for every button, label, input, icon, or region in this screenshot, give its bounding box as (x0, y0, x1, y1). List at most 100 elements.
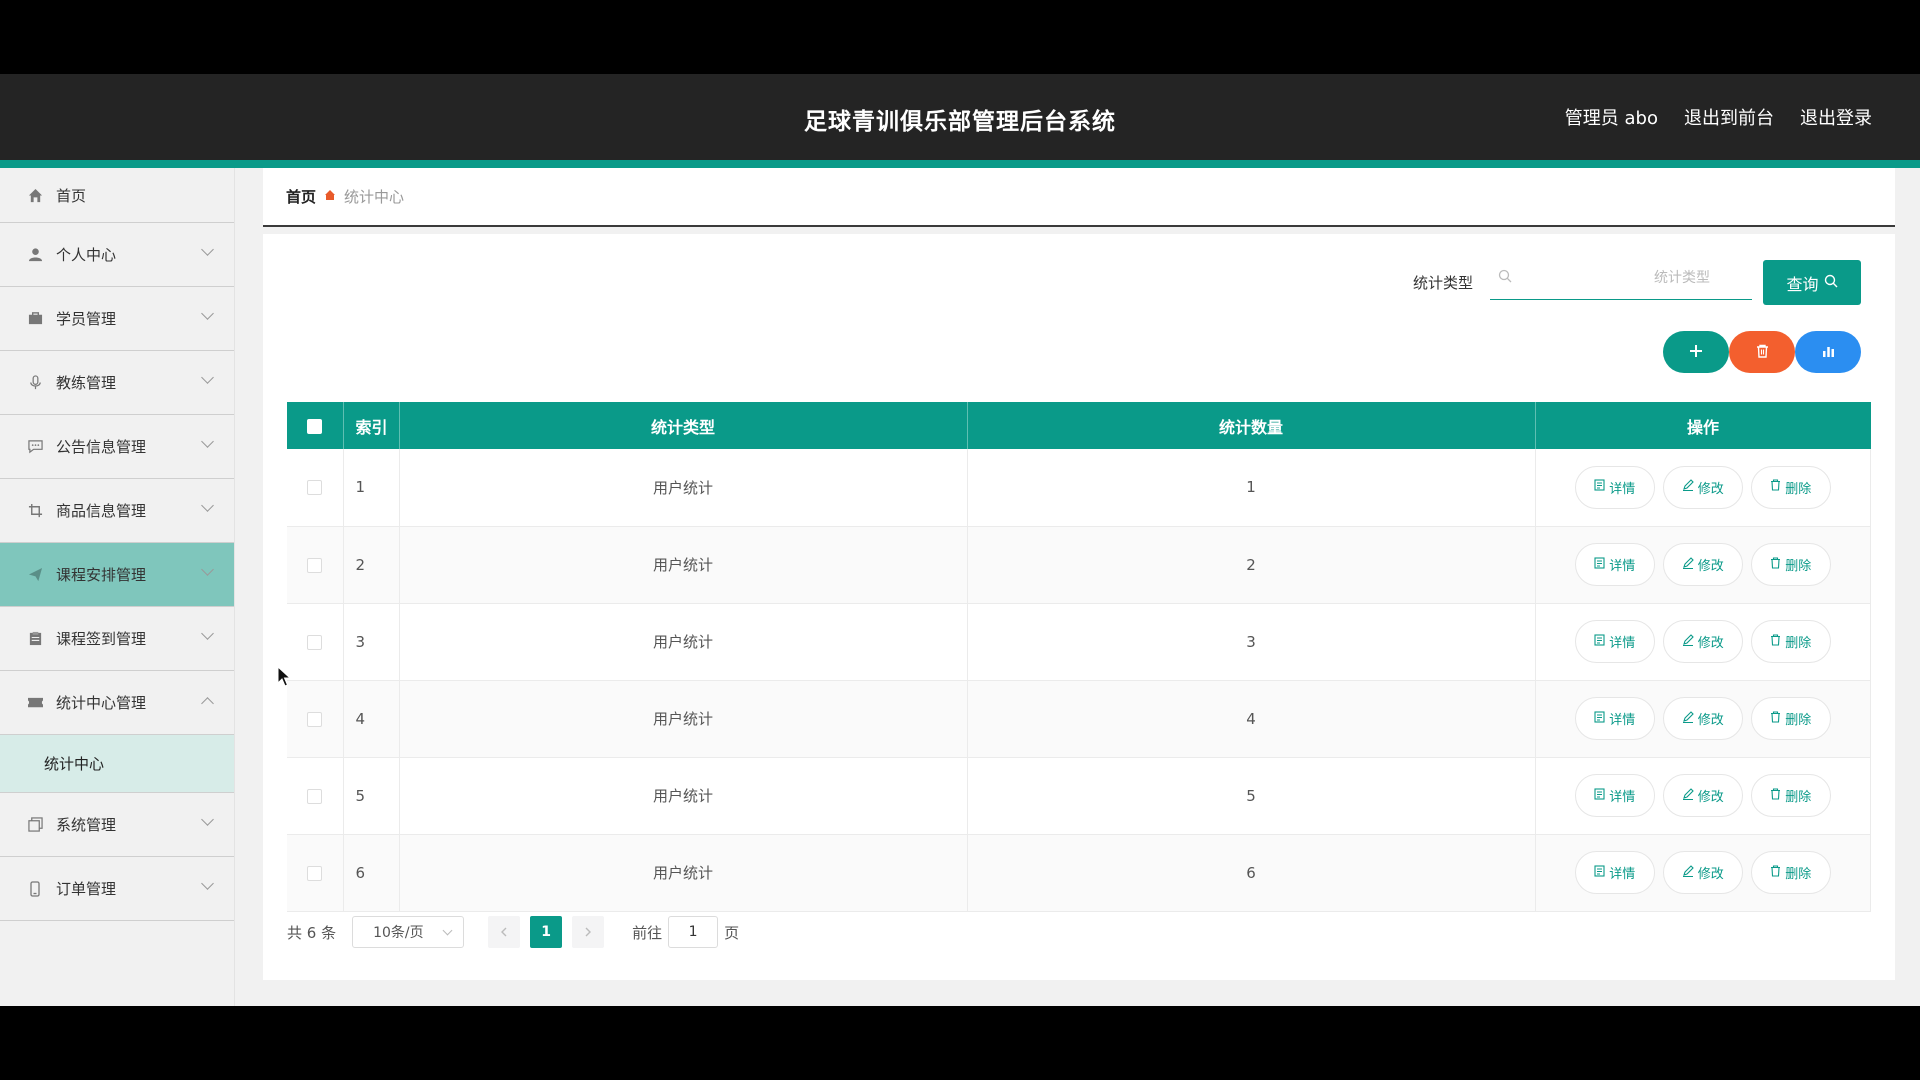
cell-index: 5 (343, 757, 400, 835)
sidebar-subitem-statistics-center[interactable]: 统计中心 (0, 735, 234, 793)
detail-button-label: 详情 (1609, 559, 1636, 574)
table-row: 6 用户统计 6 详情 修改 删除 (287, 834, 1871, 912)
batch-delete-button[interactable] (1729, 331, 1795, 373)
edit-button[interactable]: 修改 (1662, 774, 1743, 817)
row-checkbox[interactable] (307, 711, 323, 727)
exit-to-front-link[interactable]: 退出到前台 (1684, 104, 1774, 130)
sidebar-item-label: 订单管理 (56, 880, 117, 898)
app-body: 首页 个人中心 学员管理 教练管理 公告信息管理 商品信息管理 课程安排管理 课… (0, 168, 1920, 1006)
detail-button[interactable]: 详情 (1574, 697, 1655, 740)
search-input[interactable] (1520, 257, 1740, 298)
next-page-button[interactable] (572, 916, 605, 948)
add-button[interactable] (1663, 331, 1729, 373)
sidebar-item-label: 学员管理 (56, 310, 117, 328)
cell-count: 2 (967, 526, 1536, 604)
detail-button[interactable]: 详情 (1574, 465, 1655, 509)
sidebar-item-orders[interactable]: 订单管理 (0, 857, 234, 921)
sidebar-item-coach[interactable]: 教练管理 (0, 351, 234, 415)
search-icon (1498, 269, 1520, 287)
detail-button[interactable]: 详情 (1574, 851, 1655, 894)
chevron-down-icon (201, 563, 214, 576)
goto-page-input[interactable] (668, 916, 719, 948)
search-label: 统计类型 (1413, 274, 1474, 292)
breadcrumb-home[interactable]: 首页 (286, 186, 316, 207)
edit-button[interactable]: 修改 (1662, 620, 1743, 663)
row-checkbox-cell (287, 603, 344, 681)
detail-button[interactable]: 详情 (1574, 620, 1655, 663)
chevron-down-icon (201, 243, 214, 256)
cell-count: 1 (967, 449, 1536, 527)
row-checkbox[interactable] (307, 788, 323, 804)
detail-button[interactable]: 详情 (1574, 774, 1655, 817)
sidebar-item-label: 商品信息管理 (56, 502, 147, 520)
cell-index: 4 (343, 680, 400, 758)
detail-button[interactable]: 详情 (1574, 543, 1655, 586)
select-all-checkbox[interactable] (307, 419, 323, 434)
app-header: 足球青训俱乐部管理后台系统 管理员 abo 退出到前台 退出登录 (0, 74, 1920, 160)
table-row: 4 用户统计 4 详情 修改 删除 (287, 680, 1871, 758)
table-row: 5 用户统计 5 详情 修改 删除 (287, 757, 1871, 835)
row-checkbox-cell (287, 834, 344, 912)
cell-actions: 详情 修改 删除 (1535, 449, 1871, 527)
chart-button[interactable] (1795, 331, 1861, 373)
briefcase-icon (26, 310, 44, 328)
row-checkbox[interactable] (307, 865, 323, 881)
sidebar-item-course-checkin[interactable]: 课程签到管理 (0, 607, 234, 671)
edit-button[interactable]: 修改 (1662, 851, 1743, 894)
delete-button[interactable]: 删除 (1750, 543, 1831, 586)
prev-page-button[interactable] (488, 916, 521, 948)
delete-button[interactable]: 删除 (1750, 697, 1831, 740)
sidebar-item-home[interactable]: 首页 (0, 168, 234, 223)
cell-count: 6 (967, 834, 1536, 912)
mobile-icon (26, 880, 44, 898)
sidebar-item-goods[interactable]: 商品信息管理 (0, 479, 234, 543)
delete-button[interactable]: 删除 (1750, 774, 1831, 817)
delete-button-label: 删除 (1785, 867, 1812, 882)
row-checkbox-cell (287, 449, 344, 527)
row-checkbox[interactable] (307, 480, 323, 496)
edit-button[interactable]: 修改 (1662, 543, 1743, 586)
content-panel: 统计类型 查询 (263, 234, 1895, 980)
sidebar-item-statistics[interactable]: 统计中心管理 (0, 671, 234, 735)
query-button-label: 查询 (1786, 274, 1819, 294)
chevron-up-icon (201, 697, 214, 710)
cell-index: 1 (343, 449, 400, 527)
delete-button[interactable]: 删除 (1750, 465, 1831, 509)
page-size-select[interactable]: 10条/页 (352, 916, 465, 948)
pagination-total: 共 6 条 (287, 923, 337, 942)
sidebar-item-notice[interactable]: 公告信息管理 (0, 415, 234, 479)
query-button[interactable]: 查询 (1763, 260, 1861, 305)
chevron-down-icon (201, 813, 214, 826)
delete-button[interactable]: 删除 (1750, 851, 1831, 894)
detail-button-label: 详情 (1609, 867, 1636, 882)
delete-button[interactable]: 删除 (1750, 620, 1831, 663)
sidebar-item-course-schedule[interactable]: 课程安排管理 (0, 543, 234, 607)
statistics-table: 索引 统计类型 统计数量 操作 1 用户统计 1 详情 修改 删除 2 用户统计 2 详情 修改 删除… (287, 402, 1871, 912)
edit-button-label: 修改 (1697, 867, 1724, 882)
logout-link[interactable]: 退出登录 (1800, 104, 1872, 130)
edit-button[interactable]: 修改 (1662, 697, 1743, 740)
edit-icon (1682, 864, 1694, 881)
edit-button-label: 修改 (1697, 713, 1724, 728)
edit-button[interactable]: 修改 (1662, 465, 1743, 509)
main-area: 首页 统计中心 统计类型 查询 (263, 168, 1895, 980)
column-header-count: 统计数量 (967, 402, 1536, 449)
delete-button-label: 删除 (1785, 636, 1812, 651)
row-checkbox[interactable] (307, 634, 323, 650)
edit-button-label: 修改 (1697, 790, 1724, 805)
edit-button-label: 修改 (1697, 559, 1724, 574)
sidebar-item-system[interactable]: 系统管理 (0, 793, 234, 857)
row-checkbox[interactable] (307, 557, 323, 573)
ticket-icon (26, 694, 44, 712)
cell-type: 用户统计 (399, 834, 968, 912)
chevron-left-icon (501, 927, 507, 937)
document-icon (1594, 479, 1605, 495)
cell-actions: 详情 修改 删除 (1535, 526, 1871, 604)
sidebar-item-student[interactable]: 学员管理 (0, 287, 234, 351)
page-number-1[interactable]: 1 (530, 916, 563, 948)
column-header-type: 统计类型 (399, 402, 968, 449)
edit-icon (1682, 556, 1694, 573)
trash-icon (1770, 633, 1781, 650)
sidebar-item-personal-center[interactable]: 个人中心 (0, 223, 234, 287)
admin-user-label[interactable]: 管理员 abo (1565, 104, 1658, 130)
